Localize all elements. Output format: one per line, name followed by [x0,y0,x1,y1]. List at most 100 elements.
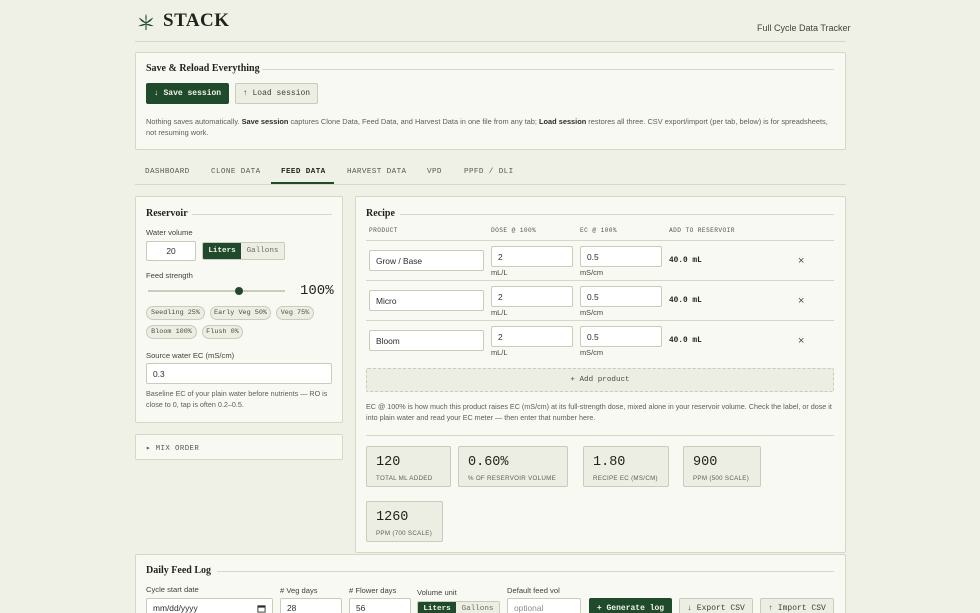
stat-value: 1.80 [593,455,626,470]
water-volume-label: Water volume [146,228,193,237]
ec-unit: mS/cm [580,268,603,277]
recipe-help: EC @ 100% is how much this product raise… [366,402,832,422]
water-volume-input[interactable]: 20 [146,241,196,261]
session-title-rule [262,69,834,70]
stat-recipe-ec: 1.80 RECIPE EC (MS/CM) [583,446,669,487]
preset-bloom-chip[interactable]: Bloom 100% [146,325,197,339]
feed-strength-value: 100% [300,283,334,299]
stat-label: % OF RESERVOIR VOLUME [468,475,557,482]
product-name-input[interactable]: Grow / Base [369,250,484,271]
session-title: Save & Reload Everything [146,63,260,74]
recipe-header-divider [366,240,834,241]
dose-unit: mL/L [491,308,508,317]
recipe-title-rule [400,214,834,215]
flower-days-input[interactable]: 56 [349,598,411,613]
log-unit-gallons-option[interactable]: Gallons [456,602,499,613]
col-add: ADD TO RESERVOIR [669,227,735,234]
preset-early-veg-chip[interactable]: Early Veg 50% [210,306,271,320]
tab-harvest-data[interactable]: HARVEST DATA [347,168,406,176]
tab-feed-data[interactable]: FEED DATA [281,168,326,176]
reservoir-title-rule [192,214,332,215]
load-session-button[interactable]: ↑ Load session [235,83,318,104]
tab-clone-data[interactable]: CLONE DATA [211,168,261,176]
veg-days-input[interactable]: 28 [280,598,342,613]
feed-log-title-rule [217,571,834,572]
tab-vpd[interactable]: VPD [427,168,442,176]
log-unit-liters-option[interactable]: Liters [418,602,457,613]
remove-row-icon[interactable]: × [798,335,804,347]
col-ec: EC @ 100% [580,227,618,234]
export-csv-button[interactable]: ↓ Export CSV [679,598,753,613]
feed-strength-slider[interactable] [148,290,285,292]
row-divider [366,280,834,281]
remove-row-icon[interactable]: × [798,255,804,267]
tab-ppfd-dli[interactable]: PPFD / DLI [464,168,514,176]
stats-divider [366,435,834,436]
dose-unit: mL/L [491,268,508,277]
reservoir-amount: 40.0 mL [669,337,702,345]
mix-order-label: ▸ MIX ORDER [146,445,200,453]
row-divider [366,320,834,321]
stat-ppm-700: 1260 PPM (700 SCALE) [366,501,443,542]
dose-input[interactable]: 2 [491,286,573,307]
stat-total-ml: 120 TOTAL ML ADDED [366,446,451,487]
preset-seedling-chip[interactable]: Seedling 25% [146,306,205,320]
ec-input[interactable]: 0.5 [580,246,662,267]
col-dose: DOSE @ 100% [491,227,537,234]
flower-days-label: # Flower days [349,586,397,595]
recipe-title: Recipe [366,208,395,219]
reservoir-title: Reservoir [146,208,188,219]
log-volume-unit-toggle: Liters Gallons [417,601,500,613]
veg-days-label: # Veg days [280,586,318,595]
calendar-icon[interactable] [257,604,266,613]
cycle-start-label: Cycle start date [146,585,199,594]
unit-liters-option[interactable]: Liters [203,243,242,259]
header-divider [135,41,846,42]
stat-value: 0.60% [468,455,509,470]
source-ec-input[interactable]: 0.3 [146,363,332,384]
tab-dashboard[interactable]: DASHBOARD [145,168,190,176]
ec-unit: mS/cm [580,348,603,357]
stat-label: PPM (700 SCALE) [376,530,433,537]
dose-input[interactable]: 2 [491,246,573,267]
dose-unit: mL/L [491,348,508,357]
save-session-button[interactable]: ↓ Save session [146,83,229,104]
reservoir-amount: 40.0 mL [669,257,702,265]
generate-log-button[interactable]: + Generate log [589,598,672,613]
stat-value: 120 [376,455,401,470]
default-vol-input[interactable]: optional [507,598,581,613]
stat-value: 900 [693,455,718,470]
import-csv-button[interactable]: ↑ Import CSV [760,598,834,613]
default-vol-label: Default feed vol [507,586,560,595]
preset-veg-chip[interactable]: Veg 75% [276,306,314,320]
stat-ppm-500: 900 PPM (500 SCALE) [683,446,761,487]
product-name-input[interactable]: Micro [369,290,484,311]
feed-strength-label: Feed strength [146,271,193,280]
feed-log-title: Daily Feed Log [146,565,211,576]
source-ec-help: Baseline EC of your plain water before n… [146,389,328,409]
date-placeholder: mm/dd/yyyy [153,603,198,613]
product-name-input[interactable]: Bloom [369,330,484,351]
tabs-divider [135,184,846,185]
brand-name: STACK [163,10,230,31]
cycle-start-date-input[interactable]: mm/dd/yyyy [146,598,273,613]
preset-flush-chip[interactable]: Flush 0% [202,325,243,339]
volume-unit-label: Volume unit [417,588,457,597]
ec-input[interactable]: 0.5 [580,286,662,307]
stat-label: RECIPE EC (MS/CM) [593,475,658,482]
stat-label: PPM (500 SCALE) [693,475,750,482]
add-product-button[interactable]: + Add product [366,368,834,392]
col-product: PRODUCT [369,227,398,234]
tagline: Full Cycle Data Tracker [757,23,851,33]
remove-row-icon[interactable]: × [798,295,804,307]
ec-input[interactable]: 0.5 [580,326,662,347]
session-note: Nothing saves automatically. Save sessio… [146,117,828,137]
water-unit-toggle: Liters Gallons [202,242,285,260]
ec-unit: mS/cm [580,308,603,317]
cannabis-leaf-icon [138,13,154,31]
dose-input[interactable]: 2 [491,326,573,347]
stat-value: 1260 [376,510,409,525]
stat-label: TOTAL ML ADDED [376,475,433,482]
unit-gallons-option[interactable]: Gallons [241,243,284,259]
stat-reservoir-percent: 0.60% % OF RESERVOIR VOLUME [458,446,568,487]
